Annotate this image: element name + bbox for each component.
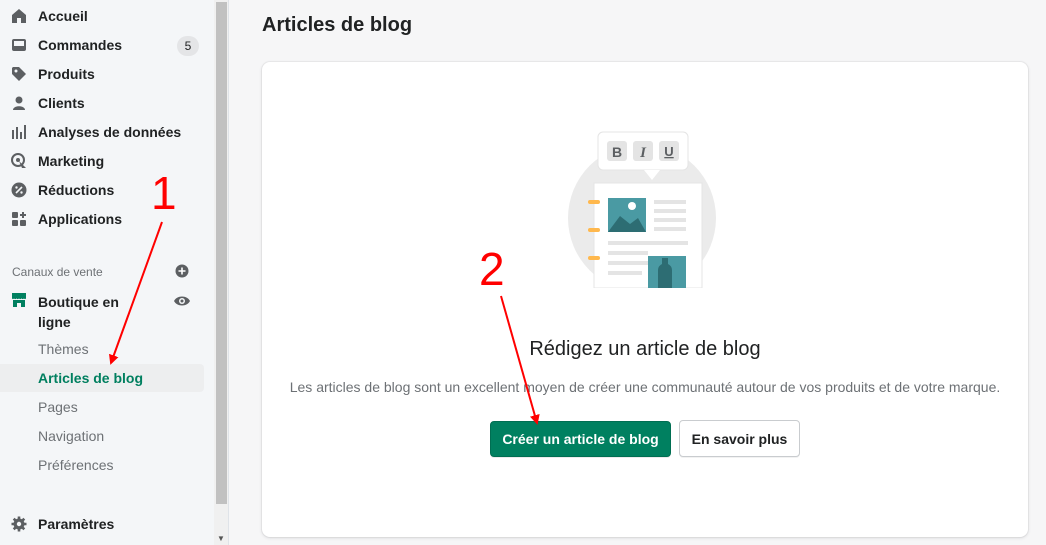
sidebar-item-commandes[interactable]: Commandes 5 [0,31,204,59]
main-content: Articles de blog B I U Rédigez un articl… [230,0,1046,545]
sidebar-subitem-articles-de-blog[interactable]: Articles de blog [0,364,204,392]
discount-icon [11,182,27,198]
person-icon [13,96,25,110]
svg-text:U: U [664,144,673,159]
apps-icon [12,212,26,226]
sidebar-subitem-pages[interactable]: Pages [0,393,204,421]
sidebar-subitem-label: Articles de blog [38,370,144,386]
empty-state-card: B I U Rédigez un article de blog Les art… [262,62,1028,537]
sidebar-item-clients[interactable]: Clients [0,89,204,117]
empty-state-heading: Rédigez un article de blog [529,338,761,360]
sidebar-item-label: Commandes [38,37,123,53]
sidebar-scrollbar[interactable]: ▼ [214,0,229,545]
sidebar-item-analyses[interactable]: Analyses de données [0,118,204,146]
gear-icon [11,516,27,532]
home-icon [12,9,26,23]
sidebar-subitem-preferences[interactable]: Préférences [0,451,204,479]
sidebar-item-label: Paramètres [38,516,115,532]
sidebar-item-produits[interactable]: Produits [0,60,204,88]
svg-text:B: B [612,144,622,160]
sidebar-subitem-label: Préférences [38,457,114,473]
sidebar-item-parametres[interactable]: Paramètres [0,510,204,538]
sidebar-subitem-themes[interactable]: Thèmes [0,335,204,363]
eye-icon[interactable] [173,294,191,308]
sidebar-subitem-navigation[interactable]: Navigation [0,422,204,450]
svg-text:I: I [639,145,647,161]
sidebar-item-label: Produits [38,66,95,82]
scroll-down-arrow-icon[interactable]: ▼ [217,535,225,543]
analytics-icon [12,125,26,139]
create-blog-post-button[interactable]: Créer un article de blog [490,421,671,457]
marketing-icon [11,153,26,168]
sidebar-item-accueil[interactable]: Accueil [0,2,204,30]
learn-more-button[interactable]: En savoir plus [679,420,800,457]
sidebar-subitem-label: Pages [38,399,78,415]
sidebar-subitem-label: Thèmes [38,341,89,357]
sidebar-item-label: Clients [38,95,85,111]
sidebar-item-label: Réductions [38,182,115,198]
tag-icon [12,67,26,81]
sidebar-item-label: Accueil [38,8,88,24]
empty-state-description: Les articles de blog sont un excellent m… [289,379,1001,395]
sidebar-subitem-label: Navigation [38,428,105,444]
sidebar-item-label: Marketing [38,153,105,169]
scrollbar-thumb[interactable] [216,2,227,504]
sidebar-item-label: Applications [38,211,123,227]
annotation-step-2-number: 2 [479,243,505,295]
annotation-step-1-number: 1 [151,167,177,219]
sidebar-item-label: Boutique en ligne [38,294,119,330]
page-title: Articles de blog [262,14,413,36]
orders-icon [12,39,26,51]
orders-count-badge: 5 [177,36,199,56]
sidebar-item-label: Analyses de données [38,124,182,140]
sidebar: Accueil Commandes 5 Produits Clients Ana… [0,0,214,545]
store-icon [12,293,26,307]
add-channel-plus-icon[interactable] [175,264,189,278]
blog-editor-illustration-icon: B I U [568,131,716,288]
sales-channels-heading: Canaux de vente [12,265,103,279]
